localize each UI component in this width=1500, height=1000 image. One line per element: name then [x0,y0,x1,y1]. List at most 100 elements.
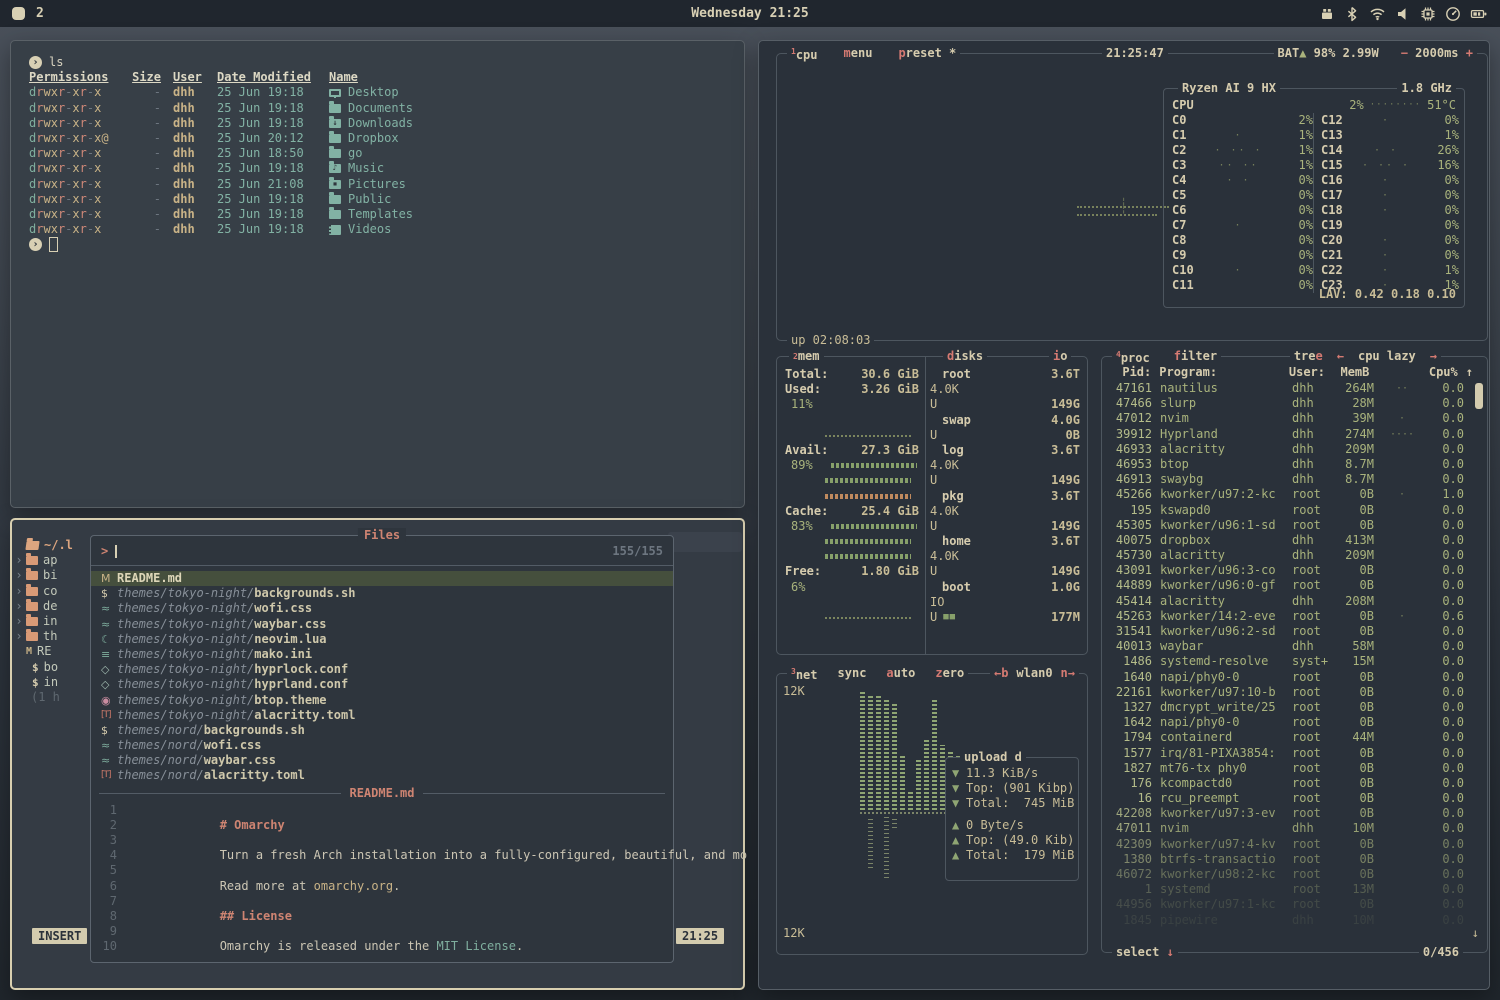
mem-box-label[interactable]: 2mem [789,349,824,364]
tree-item[interactable]: › de [12,599,88,614]
preset-button[interactable]: preset * [898,46,956,61]
process-row[interactable]: 16 rcu_preempt root 0B 0.0 [1110,791,1473,806]
process-row[interactable]: 42309 kworker/u97:4-kv root 0B 0.0 [1110,837,1473,852]
process-row[interactable]: 47012 nvim dhh 39M · 0.0 [1110,411,1473,426]
picker-result-row[interactable]: $ themes/nord/ backgrounds.sh [91,723,673,738]
picker-result-row[interactable]: ◉ themes/tokyo-night/ btop.theme [91,693,673,708]
tree-item[interactable]: › th [12,629,88,644]
process-row[interactable]: 44956 kworker/u97:1-kc root 0B 0.0 [1110,897,1473,912]
process-row[interactable]: 39912 Hyprland dhh 274M ···· 0.0 [1110,427,1473,442]
cpu-box-label[interactable]: 1cpu [791,44,818,63]
prompt-line-empty[interactable] [29,237,744,252]
net-box-label[interactable]: 3net [791,664,818,683]
picker-result-row[interactable]: [T] themes/nord/ alacritty.toml [91,768,673,783]
neovim-window[interactable]: ~/.l › ap › bi › co › de [10,518,745,990]
tree-item[interactable]: $ bo [12,660,88,675]
process-row[interactable]: 40013 waybar dhh 58M 0.0 [1110,639,1473,654]
process-row[interactable]: 45263 kworker/14:2-eve root 0B · 0.6 [1110,609,1473,624]
workspace-badge-icon[interactable] [12,7,25,20]
picker-result-row[interactable]: ☾ themes/tokyo-night/ neovim.lua [91,632,673,647]
zero-toggle[interactable]: zero [935,666,964,681]
process-row[interactable]: 1 systemd root 13M 0.0 [1110,882,1473,897]
tree-item[interactable]: $ in [12,675,88,690]
refresh-interval-control[interactable]: − 2000ms + [1401,46,1473,61]
process-row[interactable]: 1827 mt76-tx phy0 root 0B 0.0 [1110,761,1473,776]
process-row[interactable]: 46072 kworker/u98:2-kc root 0B 0.0 [1110,867,1473,882]
select-button[interactable]: select ↓ [1112,945,1178,960]
picker-result-row[interactable]: [T] themes/tokyo-night/ alacritty.toml [91,708,673,723]
tree-toggle[interactable]: tree [1294,349,1323,364]
bluetooth-icon[interactable] [1344,6,1360,22]
disks-label[interactable]: disks [943,349,987,364]
process-row[interactable]: 47011 nvim dhh 10M 0.0 [1110,821,1473,836]
tree-item[interactable]: (1 h [12,690,88,705]
tree-item[interactable]: ~/.l [12,538,88,553]
sort-right-arrow[interactable]: → [1430,349,1437,364]
gauge-icon[interactable] [1445,6,1461,22]
picker-result-row[interactable]: $ themes/tokyo-night/ backgrounds.sh [91,586,673,601]
process-row[interactable]: 31541 kworker/u96:2-sd root 0B 0.0 [1110,624,1473,639]
sort-column[interactable]: cpu lazy [1358,349,1416,364]
picker-result-row[interactable]: ≈ themes/nord/ wofi.css [91,738,673,753]
proc-scrollbar-thumb[interactable] [1475,383,1483,409]
process-row[interactable]: 45305 kworker/u96:1-sd root 0B 0.0 [1110,518,1473,533]
battery-icon[interactable] [1470,6,1488,22]
tree-item-icon: $ [32,660,39,675]
tree-item[interactable]: › in [12,614,88,629]
package-icon[interactable] [1319,6,1335,22]
tree-item[interactable]: › co [12,584,88,599]
auto-toggle[interactable]: auto [886,666,915,681]
process-row[interactable]: 45730 alacritty dhh 209M 0.0 [1110,548,1473,563]
process-row[interactable]: 195 kswapd0 root 0B 0.0 [1110,503,1473,518]
process-row[interactable]: 1642 napi/phy0-0 root 0B 0.0 [1110,715,1473,730]
process-row[interactable]: 45266 kworker/u97:2-kc root 0B · 1.0 [1110,487,1473,502]
tree-item[interactable]: › ap [12,553,88,568]
picker-result-row[interactable]: M README.md [91,571,673,586]
process-row[interactable]: 40075 dropbox dhh 413M 0.0 [1110,533,1473,548]
next-interface-button[interactable]: n→ [1061,666,1075,681]
process-row[interactable]: 44889 kworker/u96:0-gf root 0B 0.0 [1110,578,1473,593]
io-toggle[interactable]: io [1049,349,1071,364]
process-row[interactable]: 47161 nautilus dhh 264M ·· 0.0 [1110,381,1473,396]
filetype-icon: ≈ [101,617,117,632]
process-row[interactable]: 46953 btop dhh 8.7M 0.0 [1110,457,1473,472]
process-row[interactable]: 45414 alacritty dhh 208M 0.0 [1110,594,1473,609]
process-row[interactable]: 1640 napi/phy0-0 root 0B 0.0 [1110,670,1473,685]
cpu-chip-icon[interactable] [1420,6,1436,22]
process-row[interactable]: 47466 slurp dhh 28M 0.0 [1110,396,1473,411]
filter-button[interactable]: filter [1174,349,1217,364]
process-row[interactable]: 1327 dmcrypt_write/25 root 0B 0.0 [1110,700,1473,715]
btop-window[interactable]: 1cpu menu preset * 21:25:47 BAT▲ 98% 2.9… [758,40,1490,990]
volume-icon[interactable] [1395,6,1411,22]
picker-result-row[interactable]: ≈ themes/tokyo-night/ wofi.css [91,601,673,616]
scroll-down-icon[interactable]: ↓ [1472,926,1479,940]
process-row[interactable]: 176 kcompactd0 root 0B 0.0 [1110,776,1473,791]
picker-result-row[interactable]: ≈ themes/nord/ waybar.css [91,753,673,768]
prev-interface-button[interactable]: ←b [994,666,1008,681]
sync-toggle[interactable]: sync [838,666,867,681]
wifi-icon[interactable] [1369,6,1386,22]
workspace-number[interactable]: 2 [36,6,44,21]
proc-box-label[interactable]: 4proc [1116,347,1150,366]
process-row[interactable]: 1794 containerd root 44M 0.0 [1110,730,1473,745]
sort-direction-icon[interactable]: ↑ [1466,365,1473,380]
picker-result-row[interactable]: ◇ themes/tokyo-night/ hyprland.conf [91,677,673,692]
picker-result-row[interactable]: ≈ themes/tokyo-night/ waybar.css [91,617,673,632]
file-picker[interactable]: Files > 155/155 M README.md $ themes/tok… [90,535,674,963]
tree-item[interactable]: M RE [12,644,88,659]
process-row[interactable]: 1486 systemd-resolve syst+ 15M 0.0 [1110,654,1473,669]
process-row[interactable]: 1380 btrfs-transactio root 0B 0.0 [1110,852,1473,867]
picker-result-row[interactable]: ◇ themes/tokyo-night/ hyprlock.conf [91,662,673,677]
tree-item[interactable]: › bi [12,568,88,583]
process-row[interactable]: 46933 alacritty dhh 209M 0.0 [1110,442,1473,457]
menu-button[interactable]: menu [844,46,873,61]
picker-result-row[interactable]: ≡ themes/tokyo-night/ mako.ini [91,647,673,662]
process-row[interactable]: 22161 kworker/u97:10-b root 0B 0.0 [1110,685,1473,700]
terminal-window[interactable]: ls Permissions Size User Date Modified N… [10,40,745,508]
process-row[interactable]: 43091 kworker/u96:3-co root 0B 0.0 [1110,563,1473,578]
process-row[interactable]: 1845 pipewire dhh 10M 0.0 [1110,913,1473,928]
process-row[interactable]: 42208 kworker/u97:3-ev root 0B 0.0 [1110,806,1473,821]
process-row[interactable]: 46913 swaybg dhh 8.7M 0.0 [1110,472,1473,487]
process-row[interactable]: 1577 irq/81-PIXA3854: root 0B 0.0 [1110,746,1473,761]
sort-left-arrow[interactable]: ← [1337,349,1344,364]
